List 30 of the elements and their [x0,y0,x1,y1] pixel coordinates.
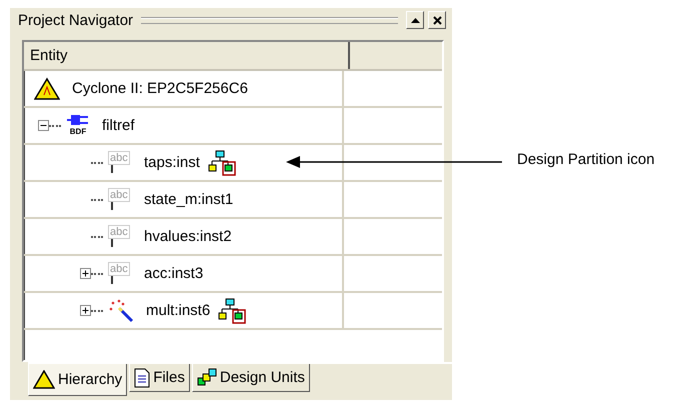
entity-name: mult:inst6 [146,302,210,319]
entity-name: state_m:inst1 [144,191,234,208]
close-icon [432,16,442,24]
entity-name: filtref [102,117,135,134]
entity-name: taps:inst [144,154,200,171]
up-arrow-icon [410,17,420,23]
close-button[interactable] [428,11,446,29]
callout-label: Design Partition icon [517,151,655,168]
entity-name: acc:inst3 [144,265,204,282]
tree-item[interactable]: mult:inst6 [24,293,344,328]
entity-name: Cyclone II: EP2C5F256C6 [72,80,248,97]
squares-icon [196,368,217,388]
panel-title: Project Navigator [18,12,134,28]
expander-icon[interactable] [38,120,49,131]
warning-triangle-icon [34,76,60,100]
expander-icon[interactable] [80,268,91,279]
expander-icon[interactable] [80,305,91,316]
tree-item[interactable]: abc hvalues:inst2 [24,219,344,254]
warning-triangle-icon [33,370,55,390]
magic-wand-icon [108,298,134,322]
maximize-button[interactable] [406,11,424,29]
document-icon [134,368,150,388]
panel-tab[interactable]: Files [129,364,190,392]
panel-tab[interactable]: Design Units [192,364,310,392]
tree-item[interactable]: BDF filtref [24,108,344,143]
panel-tab[interactable]: Hierarchy [28,364,128,396]
entity-name: hvalues:inst2 [144,228,232,245]
tree-item[interactable]: abc state_m:inst1 [24,182,344,217]
tree-item[interactable]: Cyclone II: EP2C5F256C6 [24,71,344,106]
tree-item[interactable]: abc acc:inst3 [24,256,344,291]
